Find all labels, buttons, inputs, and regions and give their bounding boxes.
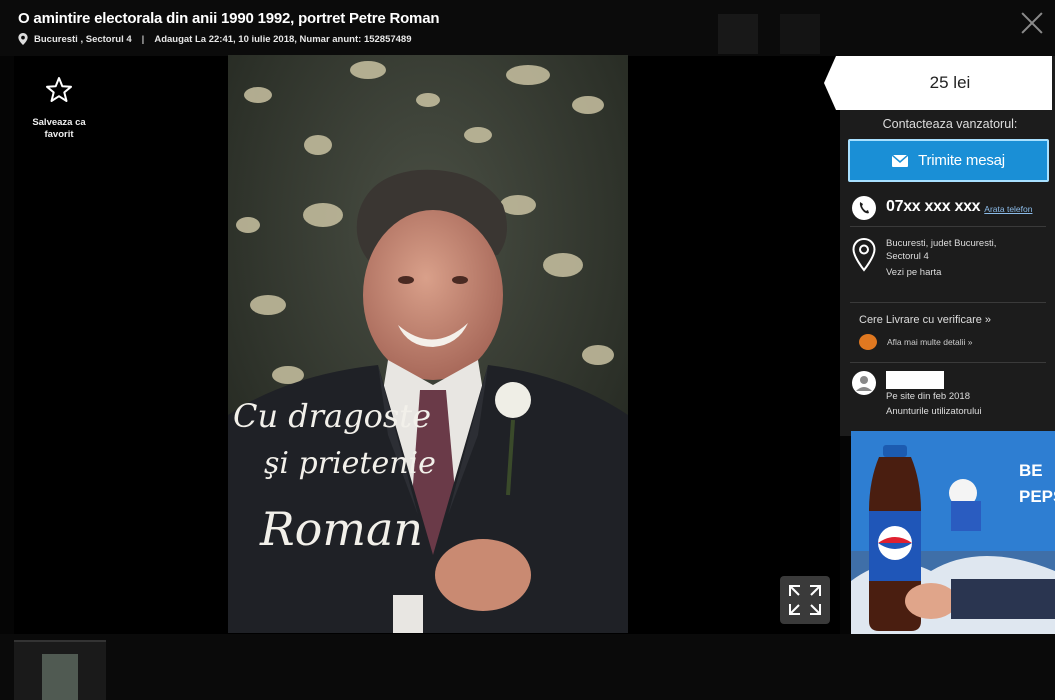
fullscreen-button[interactable]	[780, 576, 830, 624]
ad-location: Bucuresti , Sectorul 4	[34, 33, 132, 45]
thumbnail-item[interactable]	[14, 640, 106, 700]
save-favorite-label: Salveaza ca favorit	[32, 117, 86, 140]
map-pin-icon	[852, 238, 876, 272]
location-line-1: Bucuresti, judet Bucuresti,	[886, 238, 997, 249]
delivery-truck-icon	[859, 334, 877, 350]
location-row: Bucuresti, judet Bucuresti, Sectorul 4 V…	[852, 238, 996, 280]
close-button[interactable]	[1017, 8, 1047, 38]
location-line-2: Sectorul 4	[886, 250, 929, 262]
phone-row: 07xx xxx xxx Arata telefon	[852, 196, 1032, 220]
signature-text: Roman	[259, 502, 423, 556]
see-map-link[interactable]: Vezi pe harta	[886, 267, 996, 280]
meta-separator: |	[141, 33, 145, 45]
star-icon	[46, 77, 72, 102]
thumbnail-strip	[0, 634, 1055, 700]
send-message-label: Trimite mesaj	[918, 152, 1005, 169]
background-page-shape	[718, 14, 758, 54]
phone-number: 07xx xxx xxx	[886, 198, 981, 215]
ad-title: O amintire electorala din anii 1990 1992…	[18, 10, 440, 27]
caption-line-1: Cu dragoste	[233, 397, 431, 435]
price: 25 lei	[929, 73, 971, 92]
caption-line-2: şi prietenie	[264, 446, 436, 481]
ad-headline-1: BE	[1019, 461, 1043, 480]
delivery-link[interactable]: Cere Livrare cu verificare »	[859, 314, 991, 326]
panel-divider	[850, 362, 1046, 363]
phone-icon	[852, 196, 876, 220]
panel-divider	[850, 302, 1046, 303]
envelope-icon	[892, 154, 909, 167]
user-avatar-icon	[852, 371, 876, 395]
panel-divider	[850, 226, 1046, 227]
seller-name-redacted	[886, 371, 944, 389]
save-favorite-button[interactable]: Salveaza ca favorit	[22, 76, 96, 141]
modal-header: O amintire electorala din anii 1990 1992…	[0, 0, 1055, 56]
contact-seller-label: Contacteaza vanzatorul:	[882, 117, 1018, 131]
ad-meta: Bucuresti , Sectorul 4 | Adaugat La 22:4…	[18, 33, 412, 45]
seller-since: Pe site din feb 2018	[886, 391, 970, 402]
ad-headline-2: PEPS	[1019, 487, 1055, 506]
seller-ads-link[interactable]: Anunturile utilizatorului	[886, 406, 982, 417]
delivery-details-label: Afla mai multe detalii »	[887, 337, 973, 347]
thumbnail-image	[42, 654, 78, 700]
ad-added-info: Adaugat La 22:41, 10 iulie 2018, Numar a…	[154, 33, 412, 45]
advertisement-banner[interactable]: BE PEPS	[851, 431, 1055, 638]
send-message-button[interactable]: Trimite mesaj	[848, 139, 1049, 182]
location-pin-icon	[18, 33, 28, 45]
seller-location: Bucuresti, judet Bucuresti, Sectorul 4 V…	[886, 238, 996, 280]
show-phone-link[interactable]: Arata telefon	[984, 204, 1032, 214]
portrait-image: Cu dragoste şi prietenie Roman	[228, 55, 628, 633]
background-page-shape	[780, 14, 820, 54]
expand-icon	[789, 585, 821, 615]
listing-photo: Cu dragoste şi prietenie Roman	[228, 55, 628, 633]
delivery-details-link[interactable]: Afla mai multe detalii »	[859, 334, 973, 350]
